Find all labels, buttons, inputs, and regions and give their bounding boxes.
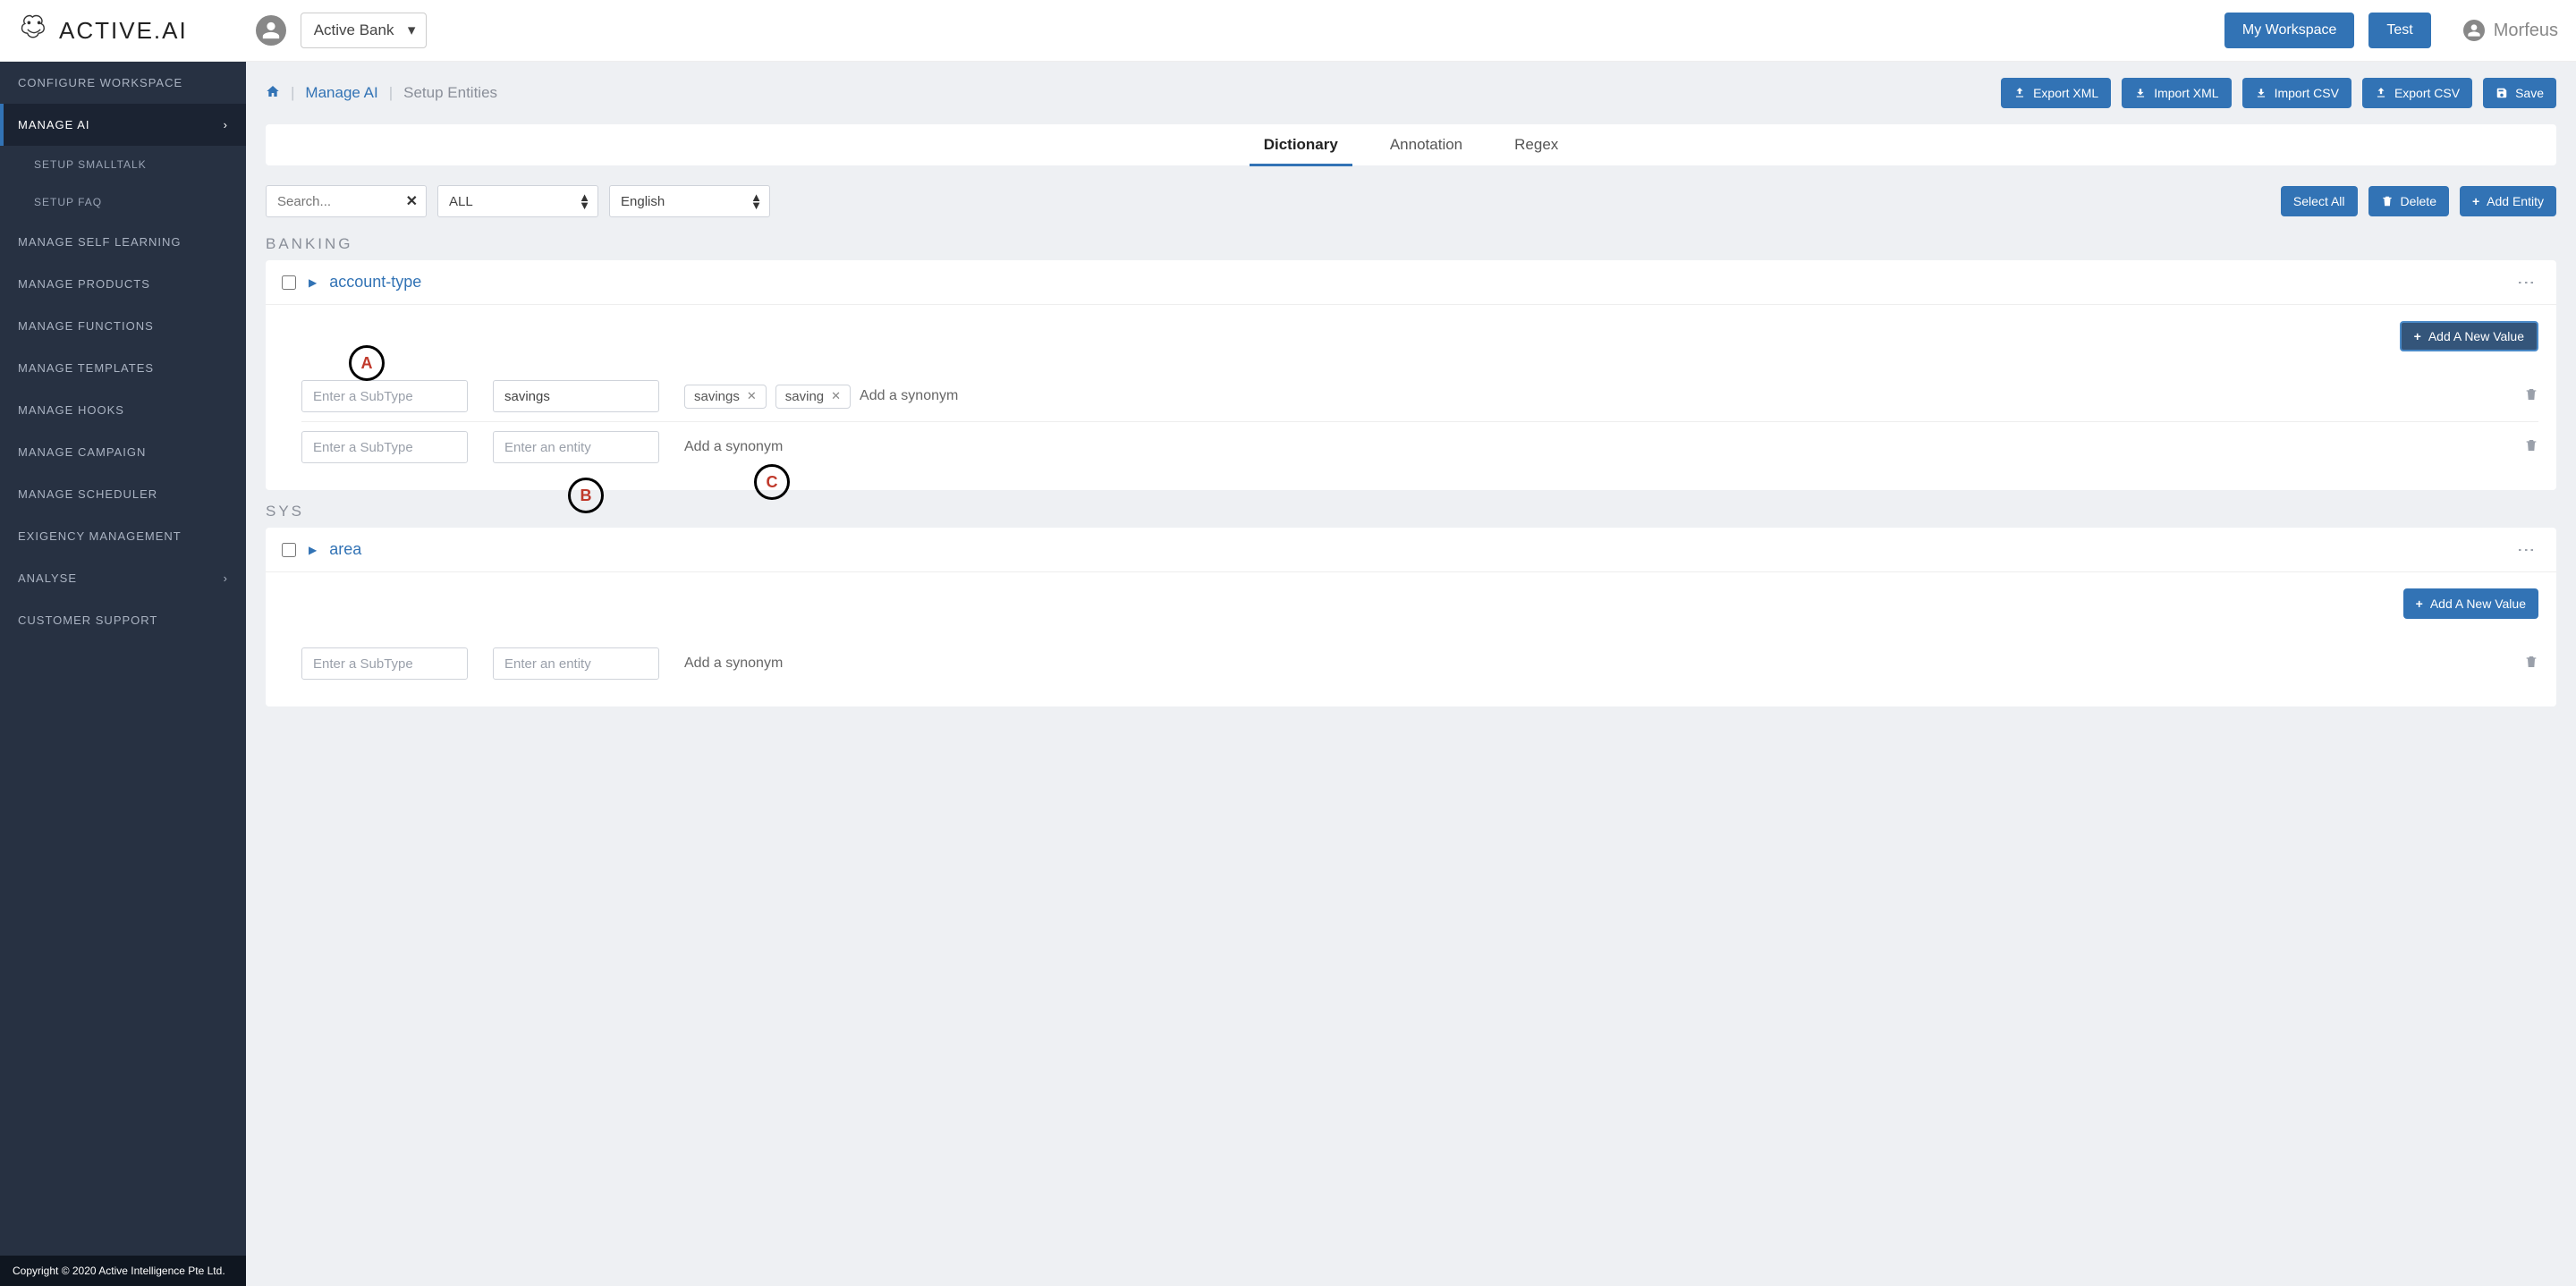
import-xml-button[interactable]: Import XML xyxy=(2122,78,2231,108)
entity-value-input[interactable] xyxy=(493,431,659,463)
main-content: | Manage AI | Setup Entities Export XML … xyxy=(246,62,2576,1286)
sidebar-item-manage-functions[interactable]: Manage Functions xyxy=(0,305,246,347)
caret-down-icon: ▾ xyxy=(408,21,416,39)
synonym-box: Add a synonym xyxy=(684,656,2499,672)
entity-card-account-type: ▶ account-type ⋮ +Add A New Value xyxy=(266,260,2556,490)
delete-row-icon[interactable] xyxy=(2524,655,2538,673)
sidebar: Configure Workspace Manage AI › Setup Sm… xyxy=(0,62,246,1286)
entity-value-input[interactable] xyxy=(493,647,659,680)
search-input[interactable] xyxy=(266,185,427,217)
entity-name-link[interactable]: account-type xyxy=(329,273,421,292)
sidebar-item-manage-ai[interactable]: Manage AI › xyxy=(0,104,246,146)
plus-icon: + xyxy=(2414,329,2421,343)
kebab-menu-icon[interactable]: ⋮ xyxy=(2512,541,2540,559)
search-input-wrapper: ✕ xyxy=(266,185,427,217)
sidebar-item-manage-scheduler[interactable]: Manage Scheduler xyxy=(0,473,246,515)
subtype-input[interactable] xyxy=(301,431,468,463)
test-button[interactable]: Test xyxy=(2368,13,2430,48)
save-button[interactable]: Save xyxy=(2483,78,2556,108)
workspace-dropdown[interactable]: Active Bank ▾ xyxy=(301,13,428,48)
expand-arrow-icon[interactable]: ▶ xyxy=(309,276,317,289)
sidebar-item-customer-support[interactable]: Customer Support xyxy=(0,599,246,641)
entity-checkbox[interactable] xyxy=(282,543,296,557)
select-caret-icon: ▲▼ xyxy=(750,193,762,209)
sidebar-item-manage-self-learning[interactable]: Manage Self Learning xyxy=(0,221,246,263)
plus-icon: + xyxy=(2416,596,2423,611)
value-row: savings✕ saving✕ Add a synonym xyxy=(301,371,2538,422)
user-name: Morfeus xyxy=(2494,21,2558,41)
chevron-right-icon: › xyxy=(224,118,228,131)
synonym-tag: savings✕ xyxy=(684,385,767,409)
delete-row-icon[interactable] xyxy=(2524,438,2538,457)
brain-icon xyxy=(18,12,50,50)
remove-tag-icon[interactable]: ✕ xyxy=(747,389,757,403)
subtype-input[interactable] xyxy=(301,647,468,680)
add-synonym-input[interactable]: Add a synonym xyxy=(684,439,783,455)
select-caret-icon: ▲▼ xyxy=(579,193,590,209)
value-row: Add a synonym xyxy=(301,639,2538,689)
copyright-footer: Copyright © 2020 Active Intelligence Pte… xyxy=(0,1256,246,1286)
sidebar-sub-setup-faq[interactable]: Setup FAQ xyxy=(0,183,246,221)
export-csv-button[interactable]: Export CSV xyxy=(2362,78,2472,108)
user-avatar-icon xyxy=(2463,20,2485,41)
breadcrumb-link-manage-ai[interactable]: Manage AI xyxy=(305,84,377,102)
sidebar-item-configure-workspace[interactable]: Configure Workspace xyxy=(0,62,246,104)
tab-annotation[interactable]: Annotation xyxy=(1386,127,1466,163)
export-xml-button[interactable]: Export XML xyxy=(2001,78,2111,108)
synonym-box: Add a synonym xyxy=(684,439,2499,455)
user-menu[interactable]: Morfeus xyxy=(2463,20,2558,41)
tab-dictionary[interactable]: Dictionary xyxy=(1260,127,1342,163)
add-entity-button[interactable]: +Add Entity xyxy=(2460,186,2556,216)
section-label-sys: Sys xyxy=(266,503,2556,520)
select-all-button[interactable]: Select All xyxy=(2281,186,2358,216)
sidebar-item-manage-campaign[interactable]: Manage Campaign xyxy=(0,431,246,473)
remove-tag-icon[interactable]: ✕ xyxy=(831,389,841,403)
brand-text: ACTIVE.AI xyxy=(59,17,188,45)
workspace-avatar-icon xyxy=(256,15,286,46)
add-synonym-input[interactable]: Add a synonym xyxy=(860,388,958,404)
language-select[interactable]: English ▲▼ xyxy=(609,185,770,217)
my-workspace-button[interactable]: My Workspace xyxy=(2224,13,2355,48)
sidebar-item-manage-hooks[interactable]: Manage Hooks xyxy=(0,389,246,431)
home-icon[interactable] xyxy=(266,84,280,103)
sidebar-item-exigency-management[interactable]: Exigency Management xyxy=(0,515,246,557)
breadcrumb: | Manage AI | Setup Entities xyxy=(266,84,1990,103)
kebab-menu-icon[interactable]: ⋮ xyxy=(2512,274,2540,292)
tab-regex[interactable]: Regex xyxy=(1511,127,1562,163)
entity-value-input[interactable] xyxy=(493,380,659,412)
breadcrumb-current: Setup Entities xyxy=(403,84,497,102)
chevron-right-icon: › xyxy=(224,571,228,585)
entity-name-link[interactable]: area xyxy=(329,540,361,559)
synonym-tag: saving✕ xyxy=(775,385,851,409)
sidebar-item-analyse[interactable]: Analyse› xyxy=(0,557,246,599)
sidebar-sub-setup-smalltalk[interactable]: Setup Smalltalk xyxy=(0,146,246,183)
brand-logo: ACTIVE.AI xyxy=(18,12,188,50)
plus-icon: + xyxy=(2472,194,2479,208)
section-label-banking: Banking xyxy=(266,235,2556,253)
entity-card-area: ▶ area ⋮ +Add A New Value A xyxy=(266,528,2556,706)
import-csv-button[interactable]: Import CSV xyxy=(2242,78,2351,108)
add-new-value-button[interactable]: +Add A New Value xyxy=(2400,321,2538,351)
tabs: Dictionary Annotation Regex xyxy=(266,124,2556,165)
clear-search-icon[interactable]: ✕ xyxy=(406,192,418,210)
add-synonym-input[interactable]: Add a synonym xyxy=(684,656,783,672)
entity-checkbox[interactable] xyxy=(282,275,296,290)
sidebar-item-manage-templates[interactable]: Manage Templates xyxy=(0,347,246,389)
expand-arrow-icon[interactable]: ▶ xyxy=(309,544,317,556)
delete-row-icon[interactable] xyxy=(2524,387,2538,406)
workspace-selected: Active Bank xyxy=(314,21,394,39)
synonym-box: savings✕ saving✕ Add a synonym xyxy=(684,385,2499,409)
subtype-input[interactable] xyxy=(301,380,468,412)
value-row: Add a synonym xyxy=(301,422,2538,472)
category-select[interactable]: ALL ▲▼ xyxy=(437,185,598,217)
sidebar-item-manage-products[interactable]: Manage Products xyxy=(0,263,246,305)
delete-button[interactable]: Delete xyxy=(2368,186,2449,216)
add-new-value-button[interactable]: +Add A New Value xyxy=(2403,588,2538,619)
topbar: ACTIVE.AI Active Bank ▾ My Workspace Tes… xyxy=(0,0,2576,62)
